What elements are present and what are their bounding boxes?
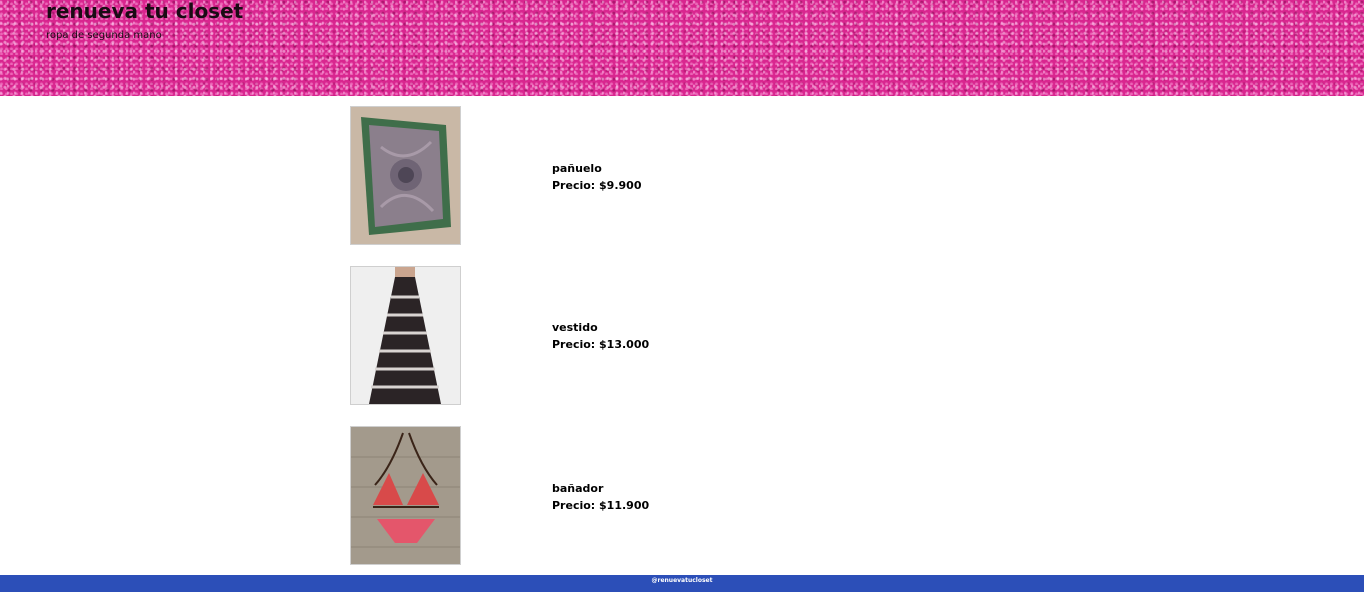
product-info: pañuelo Precio: $9.900	[552, 160, 641, 194]
product-price: Precio: $11.900	[552, 499, 650, 512]
site-title[interactable]: renueva tu closet	[46, 0, 243, 23]
product-item: pañuelo Precio: $9.900	[350, 106, 1050, 266]
header-banner: renueva tu closet ropa de segunda mano	[0, 0, 1364, 96]
product-price: Precio: $13.000	[552, 338, 650, 351]
footer: @renuevatucloset	[0, 575, 1364, 592]
footer-handle[interactable]: @renuevatucloset	[652, 577, 713, 584]
product-name[interactable]: pañuelo	[552, 160, 641, 177]
product-name[interactable]: vestido	[552, 319, 649, 336]
scarf-photo[interactable]	[350, 106, 461, 245]
bikini-photo[interactable]	[350, 426, 461, 565]
product-item: bañador Precio: $11.900	[350, 426, 1050, 586]
product-price: Precio: $9.900	[552, 179, 642, 192]
dress-photo[interactable]	[350, 266, 461, 405]
product-list: pañuelo Precio: $9.900 vestido Precio: $…	[350, 106, 1050, 586]
product-name[interactable]: bañador	[552, 480, 649, 497]
site-subtitle: ropa de segunda mano	[46, 30, 162, 41]
product-info: vestido Precio: $13.000	[552, 319, 649, 353]
product-item: vestido Precio: $13.000	[350, 266, 1050, 426]
product-info: bañador Precio: $11.900	[552, 480, 649, 514]
